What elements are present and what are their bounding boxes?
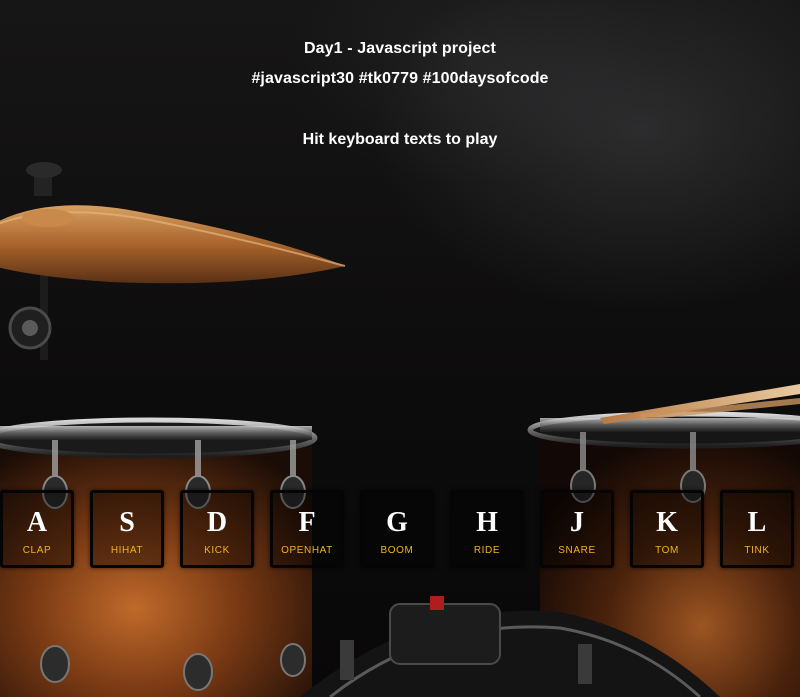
sound-label: openhat — [281, 545, 333, 556]
key-letter: J — [570, 507, 584, 538]
page-header: Day1 - Javascript project #javascript30 … — [0, 38, 800, 98]
drum-kit-background — [0, 162, 800, 697]
key-letter: L — [747, 507, 767, 538]
sound-label: clap — [22, 545, 52, 556]
sound-label: tink — [744, 545, 770, 556]
sound-label: boom — [380, 545, 414, 556]
play-instructions: Hit keyboard texts to play — [302, 131, 498, 148]
key-letter: H — [476, 507, 498, 538]
key-l-tink[interactable]: L tink — [720, 490, 794, 568]
sound-label: kick — [204, 545, 230, 556]
key-letter: K — [656, 507, 678, 538]
sound-label: snare — [558, 545, 596, 556]
key-a-clap[interactable]: A clap — [0, 490, 74, 568]
key-letter: G — [386, 507, 408, 538]
key-h-ride[interactable]: H ride — [450, 490, 524, 568]
key-row: A clap S hihat D kick F openhat G boom H… — [0, 490, 800, 568]
key-f-openhat[interactable]: F openhat — [270, 490, 344, 568]
key-letter: S — [119, 507, 135, 538]
sound-label: ride — [473, 545, 501, 556]
sound-label: tom — [655, 545, 679, 556]
key-s-hihat[interactable]: S hihat — [90, 490, 164, 568]
key-letter: A — [26, 507, 48, 538]
key-g-boom[interactable]: G boom — [360, 490, 434, 568]
key-j-snare[interactable]: J snare — [540, 490, 614, 568]
key-d-kick[interactable]: D kick — [180, 490, 254, 568]
drum-kit-page: Day1 - Javascript project #javascript30 … — [0, 0, 800, 697]
key-k-tom[interactable]: K tom — [630, 490, 704, 568]
key-letter: F — [298, 507, 316, 538]
hashtags: #javascript30 #tk0779 #100daysofcode — [251, 70, 549, 87]
key-letter: D — [206, 507, 228, 538]
page-title: Day1 - Javascript project — [304, 40, 496, 57]
sound-label: hihat — [110, 545, 144, 556]
